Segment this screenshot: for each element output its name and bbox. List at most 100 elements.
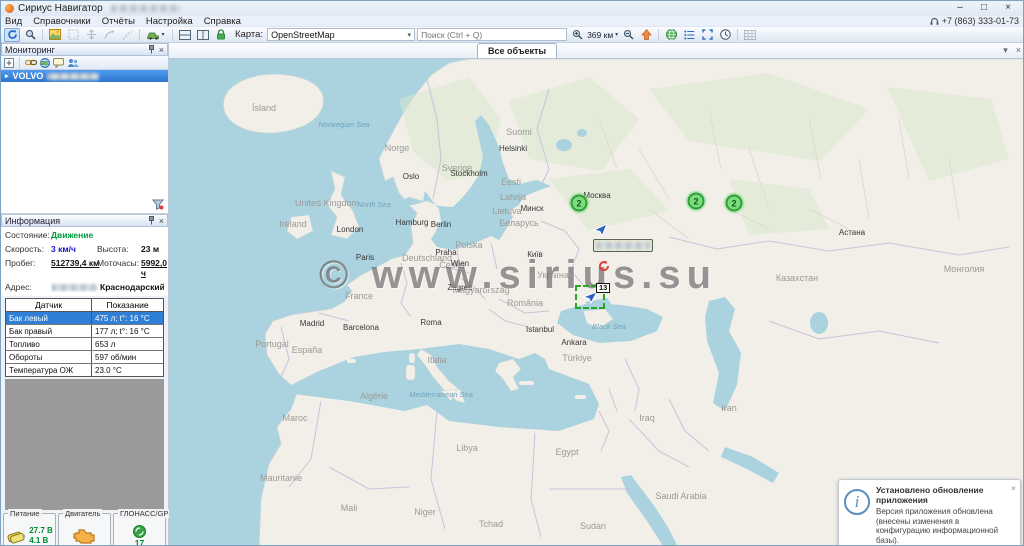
mileage-value[interactable]: 512739,4 км	[51, 258, 93, 268]
svg-text:Tchad: Tchad	[479, 519, 503, 529]
chevron-down-icon[interactable]: ▾	[615, 31, 618, 38]
list-icon	[684, 30, 695, 40]
notification-body-1: Версия приложения обновлена (внесены изм…	[876, 507, 998, 545]
close-panel-icon[interactable]: ×	[159, 216, 164, 226]
sensor-row[interactable]: Обороты597 об/мин	[6, 351, 163, 364]
svg-text:Mediterranean Sea: Mediterranean Sea	[409, 390, 473, 399]
zoom-out-button[interactable]	[620, 28, 636, 42]
sensor-row[interactable]: Бак левый475 л; t°: 16 °C	[6, 312, 163, 325]
vehicle-row[interactable]: ▸ VOLVO	[1, 70, 168, 82]
zoom-region-button[interactable]	[65, 28, 81, 42]
panel-filler	[5, 379, 164, 510]
info-panel-header: Информация ×	[1, 214, 168, 227]
close-tab-icon[interactable]: ×	[1016, 45, 1021, 56]
pin-icon[interactable]	[148, 45, 155, 54]
split-vertical-button[interactable]	[195, 28, 211, 42]
expand-all-icon[interactable]	[4, 58, 14, 68]
menu-item[interactable]: Отчёты	[102, 16, 135, 27]
svg-text:Istanbul: Istanbul	[526, 325, 554, 334]
svg-text:Mali: Mali	[341, 503, 358, 513]
search-icon	[25, 29, 36, 40]
redacted-plate	[47, 73, 99, 80]
tab-all-objects[interactable]: Все объекты	[477, 43, 557, 58]
car-icon	[147, 30, 160, 40]
maximize-button[interactable]: □	[973, 2, 995, 15]
main-toolbar: ▾ Карта: OpenStreetMap▾ 369 км ▾	[1, 27, 1023, 43]
split-horizontal-icon	[179, 30, 191, 40]
chevron-down-icon[interactable]: ▾	[1003, 45, 1008, 56]
menu-item[interactable]: Справочники	[33, 16, 91, 27]
sensor-table-body: Бак левый475 л; t°: 16 °CБак правый177 л…	[6, 312, 163, 376]
gps-satellites-count: 17	[135, 539, 144, 546]
sensor-row[interactable]: Температура ОЖ23.0 °C	[6, 364, 163, 376]
go-home-button[interactable]	[638, 28, 654, 42]
globe-button[interactable]	[663, 28, 679, 42]
split-vertical-icon	[197, 30, 209, 40]
measure-tool-button[interactable]	[119, 28, 135, 42]
svg-text:Saudi Arabia: Saudi Arabia	[655, 491, 706, 501]
gps-groupbox: ГЛОНАСС/GPS 17	[113, 513, 166, 546]
pan-tool-button[interactable]	[83, 28, 99, 42]
monitoring-panel-header: Мониторинг ×	[1, 43, 168, 56]
svg-text:Iraq: Iraq	[639, 413, 655, 423]
minimize-button[interactable]: –	[949, 2, 971, 15]
chat-icon[interactable]	[53, 58, 64, 68]
refresh-button[interactable]	[4, 28, 20, 42]
status-panels: Питание 27.7 В 4.1 В Двигатель	[1, 510, 168, 546]
legend-button[interactable]	[681, 28, 697, 42]
map-area: Все объекты ▾ ×	[169, 43, 1024, 546]
vehicle-mode-button[interactable]: ▾	[144, 28, 168, 42]
monitoring-list[interactable]	[1, 82, 168, 214]
users-icon[interactable]	[67, 58, 79, 68]
select-tool-button[interactable]	[101, 28, 117, 42]
filter-icon[interactable]	[152, 199, 164, 210]
svg-text:Roma: Roma	[420, 318, 442, 327]
speed-value: 3 км/ч	[51, 244, 93, 254]
gps-globe-icon	[133, 525, 146, 538]
close-panel-icon[interactable]: ×	[159, 45, 164, 55]
split-horizontal-button[interactable]	[177, 28, 193, 42]
close-button[interactable]: ×	[997, 2, 1019, 15]
map-select-label: Карта:	[235, 29, 263, 40]
svg-text:Türkiye: Türkiye	[562, 353, 592, 363]
menu-item[interactable]: Справка	[204, 16, 241, 27]
speed-label: Скорость:	[5, 244, 51, 254]
power-voltage-main: 27.7 В	[29, 526, 53, 536]
hours-value[interactable]: 5992,0 ч	[141, 258, 167, 278]
chevron-down-icon: ▾	[161, 31, 164, 38]
window-title: Сириус Навигатор	[18, 3, 103, 14]
map-viewport[interactable]: ÍslandNorgeSverigeSuomiUnited KingdomIre…	[169, 59, 1024, 546]
sensor-row[interactable]: Бак правый177 л; t°: 16 °C	[6, 325, 163, 338]
pin-icon[interactable]	[148, 216, 155, 225]
grid-button[interactable]	[742, 28, 758, 42]
sensor-row[interactable]: Топливо653 л	[6, 338, 163, 351]
svg-text:Mauritanie: Mauritanie	[260, 473, 302, 483]
engine-icon	[72, 526, 98, 546]
update-notification[interactable]: i Установлено обновление приложения Верс…	[838, 479, 1021, 546]
link-icon[interactable]	[25, 58, 37, 67]
svg-text:Portugal: Portugal	[255, 339, 289, 349]
svg-text:Wien: Wien	[451, 259, 469, 268]
map-image-button[interactable]	[47, 28, 63, 42]
lock-button[interactable]	[213, 28, 229, 42]
notification-close-icon[interactable]: ×	[1011, 483, 1016, 493]
map-scale-value[interactable]: 369 км	[587, 30, 613, 40]
svg-text:Praha: Praha	[435, 248, 457, 257]
svg-text:Libya: Libya	[456, 443, 478, 453]
search-tool-button[interactable]	[22, 28, 38, 42]
fullscreen-button[interactable]	[699, 28, 715, 42]
history-button[interactable]	[717, 28, 733, 42]
menu-item[interactable]: Вид	[5, 16, 22, 27]
globe-small-icon[interactable]	[40, 58, 50, 68]
redacted-address	[51, 284, 97, 291]
zoom-in-button[interactable]	[569, 28, 585, 42]
refresh-icon	[7, 29, 18, 40]
search-input[interactable]	[417, 28, 567, 41]
map-image-icon	[49, 29, 61, 40]
map-provider-select[interactable]: OpenStreetMap▾	[267, 28, 415, 41]
row-expand-icon[interactable]: ▸	[5, 72, 9, 80]
battery-icon	[6, 528, 26, 544]
svg-text:Sudan: Sudan	[580, 521, 606, 531]
menu-bar-items: Вид Справочники Отчёты Настройка Справка	[5, 16, 252, 27]
menu-item[interactable]: Настройка	[146, 16, 193, 27]
